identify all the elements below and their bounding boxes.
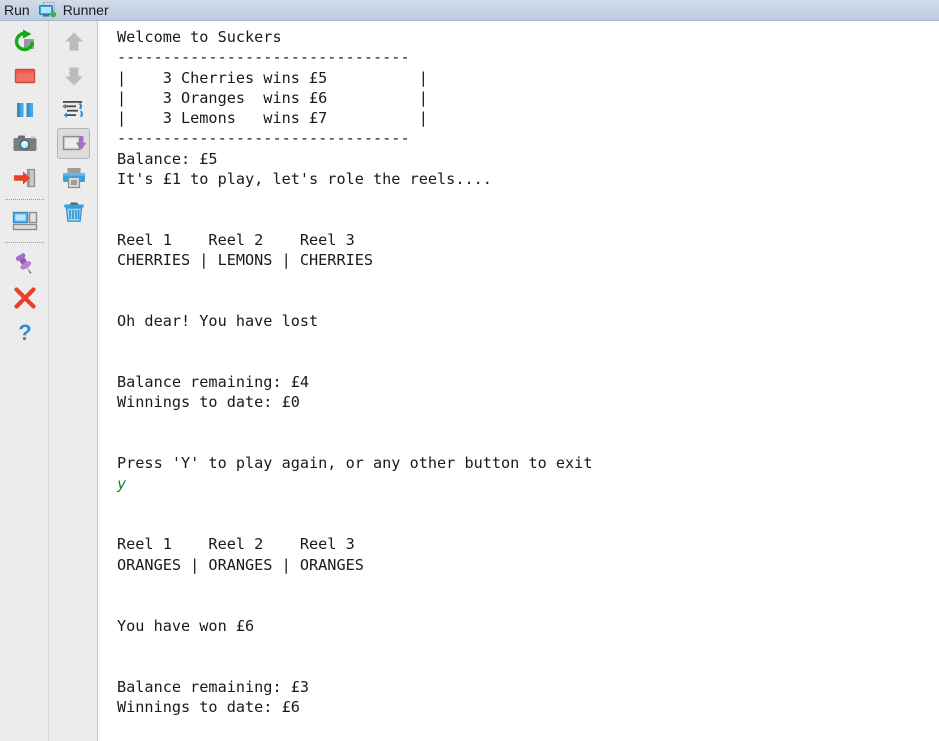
soft-wrap-icon xyxy=(61,97,87,123)
run-tool-window-label: Run xyxy=(4,2,30,18)
console-text: Welcome to Suckers ----------------------… xyxy=(117,27,592,717)
console-output-line: Balance remaining: £3 xyxy=(117,677,310,696)
scroll-to-end-button[interactable] xyxy=(49,127,98,161)
camera-icon xyxy=(12,131,38,157)
scroll-to-end-icon xyxy=(61,131,87,157)
console-output-panel[interactable]: Welcome to Suckers ----------------------… xyxy=(98,21,939,741)
console-output-line: Press 'Y' to play again, or any other bu… xyxy=(117,454,593,473)
console-output-line: | 3 Lemons wins £7 | xyxy=(117,109,428,128)
arrow-up-icon xyxy=(61,29,87,55)
pin-icon xyxy=(12,251,38,277)
tab-runner[interactable]: Runner xyxy=(38,0,109,21)
pause-button[interactable] xyxy=(0,93,49,127)
console-output-line xyxy=(117,271,592,291)
close-x-icon xyxy=(12,285,38,311)
console-output-line xyxy=(117,575,592,595)
rerun-button[interactable] xyxy=(0,25,49,59)
question-mark-icon: ? xyxy=(12,319,38,345)
pin-tab-button[interactable] xyxy=(0,247,49,281)
toolbar-column-primary: ? xyxy=(0,21,49,741)
console-output-line xyxy=(117,494,592,514)
console-output-line: Winnings to date: £0 xyxy=(117,393,300,412)
console-output-line xyxy=(117,595,592,615)
console-output-line: It's £1 to play, let's role the reels...… xyxy=(117,170,492,189)
stop-square-icon xyxy=(12,63,38,89)
console-input-line: y xyxy=(117,474,127,493)
toolbar-separator xyxy=(0,195,49,204)
console-output-line: Welcome to Suckers xyxy=(117,28,282,46)
console-output-line xyxy=(117,210,592,230)
console-output-line: | 3 Cherries wins £5 | xyxy=(117,68,428,87)
console-output-line xyxy=(117,514,592,534)
console-output-line: You have won £6 xyxy=(117,616,255,635)
console-output-line: | 3 Oranges wins £6 | xyxy=(117,88,428,107)
window-titlebar: Run Runner xyxy=(0,0,939,21)
console-output-line: CHERRIES | LEMONS | CHERRIES xyxy=(117,251,374,270)
console-output-line xyxy=(117,433,592,453)
dump-threads-button[interactable] xyxy=(0,127,49,161)
console-output-line xyxy=(117,636,592,656)
svg-text:?: ? xyxy=(18,320,31,345)
console-output-line xyxy=(117,331,592,351)
console-output-line: -------------------------------- xyxy=(117,129,410,148)
layout-button[interactable] xyxy=(0,204,49,238)
pause-bars-icon xyxy=(12,97,38,123)
toolbar-separator xyxy=(0,238,49,247)
console-output-line: -------------------------------- xyxy=(117,48,410,67)
rerun-icon xyxy=(12,29,38,55)
close-button[interactable] xyxy=(0,281,49,315)
arrow-down-icon xyxy=(61,63,87,89)
toolbar-column-secondary xyxy=(49,21,98,741)
trash-icon xyxy=(61,199,87,225)
stop-button[interactable] xyxy=(0,59,49,93)
tab-runner-label: Runner xyxy=(62,2,109,18)
console-layout-icon xyxy=(12,208,38,234)
console-output-line xyxy=(117,189,592,209)
console-output-line: Oh dear! You have lost xyxy=(117,312,319,331)
clear-all-button[interactable] xyxy=(49,195,98,229)
console-output-line: Balance: £5 xyxy=(117,149,218,168)
arrow-into-door-icon xyxy=(12,165,38,191)
console-window-running-icon xyxy=(38,2,58,18)
console-output-line: Balance remaining: £4 xyxy=(117,373,310,392)
help-button[interactable]: ? xyxy=(0,315,49,349)
resume-button[interactable] xyxy=(0,161,49,195)
console-output-line xyxy=(117,656,592,676)
print-button[interactable] xyxy=(49,161,98,195)
soft-wrap-button[interactable] xyxy=(49,93,98,127)
console-output-line xyxy=(117,352,592,372)
console-output-line xyxy=(117,413,592,433)
console-output-line: Reel 1 Reel 2 Reel 3 xyxy=(117,535,355,554)
up-button[interactable] xyxy=(49,25,98,59)
console-output-line xyxy=(117,291,592,311)
console-output-line: Winnings to date: £6 xyxy=(117,697,300,716)
down-button[interactable] xyxy=(49,59,98,93)
console-output-line: ORANGES | ORANGES | ORANGES xyxy=(117,555,364,574)
console-output-line: Reel 1 Reel 2 Reel 3 xyxy=(117,230,355,249)
printer-icon xyxy=(61,165,87,191)
run-toolbar: ? xyxy=(0,21,98,741)
